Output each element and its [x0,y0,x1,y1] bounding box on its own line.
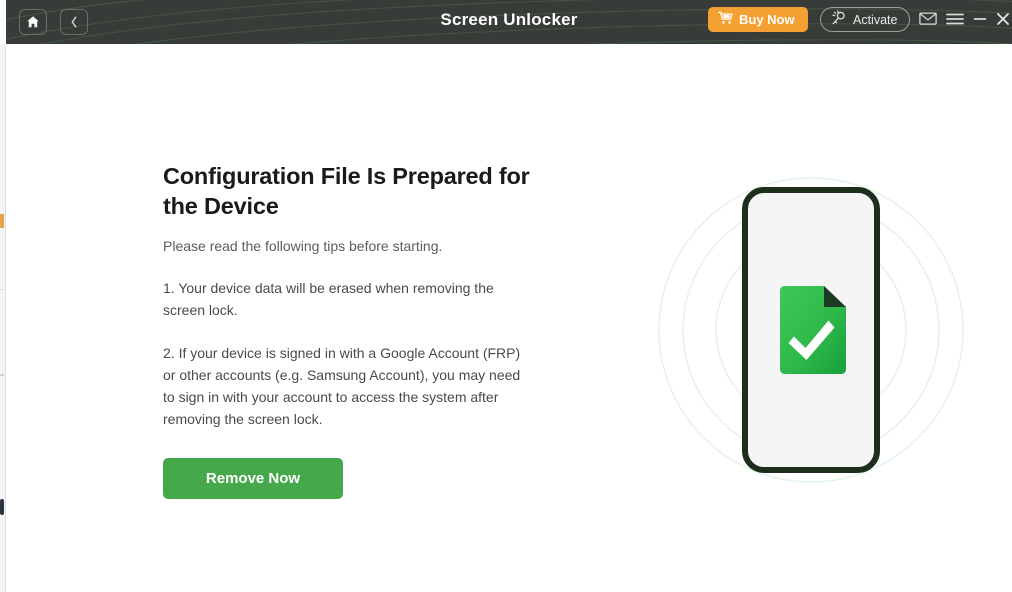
hamburger-menu-icon [946,12,964,31]
background-artifact [0,289,4,290]
text-column: Configuration File Is Prepared for the D… [163,161,535,499]
key-sparkle-icon [830,10,847,29]
envelope-icon [919,11,937,31]
minimize-icon [972,12,988,31]
buy-now-button[interactable]: Buy Now [708,7,808,32]
document-check-icon [780,286,846,374]
tip-item-2: 2. If your device is signed in with a Go… [163,345,521,427]
minimize-button[interactable] [969,10,991,32]
headline: Configuration File Is Prepared for the D… [163,163,530,219]
tip-item-1: 1. Your device data will be erased when … [163,280,494,318]
background-artifact [0,214,4,228]
remove-now-button[interactable]: Remove Now [163,458,343,499]
main-content: Configuration File Is Prepared for the D… [6,44,1012,592]
buy-now-label: Buy Now [739,12,795,27]
shopping-cart-icon [717,11,733,28]
close-button[interactable] [992,10,1012,32]
title-bar: Screen Unlocker Buy Now Activate [6,0,1012,44]
activate-label: Activate [853,12,898,27]
close-icon [995,11,1011,32]
subheadline: Please read the following tips before st… [163,238,443,254]
phone-outline [742,187,880,473]
background-artifact [0,499,4,515]
mail-button[interactable] [917,10,939,32]
device-illustration [656,175,966,485]
activate-button[interactable]: Activate [820,7,911,32]
background-artifact [0,374,4,376]
app-window: Screen Unlocker Buy Now Activate Configu… [0,0,1012,592]
menu-button[interactable] [944,10,966,32]
